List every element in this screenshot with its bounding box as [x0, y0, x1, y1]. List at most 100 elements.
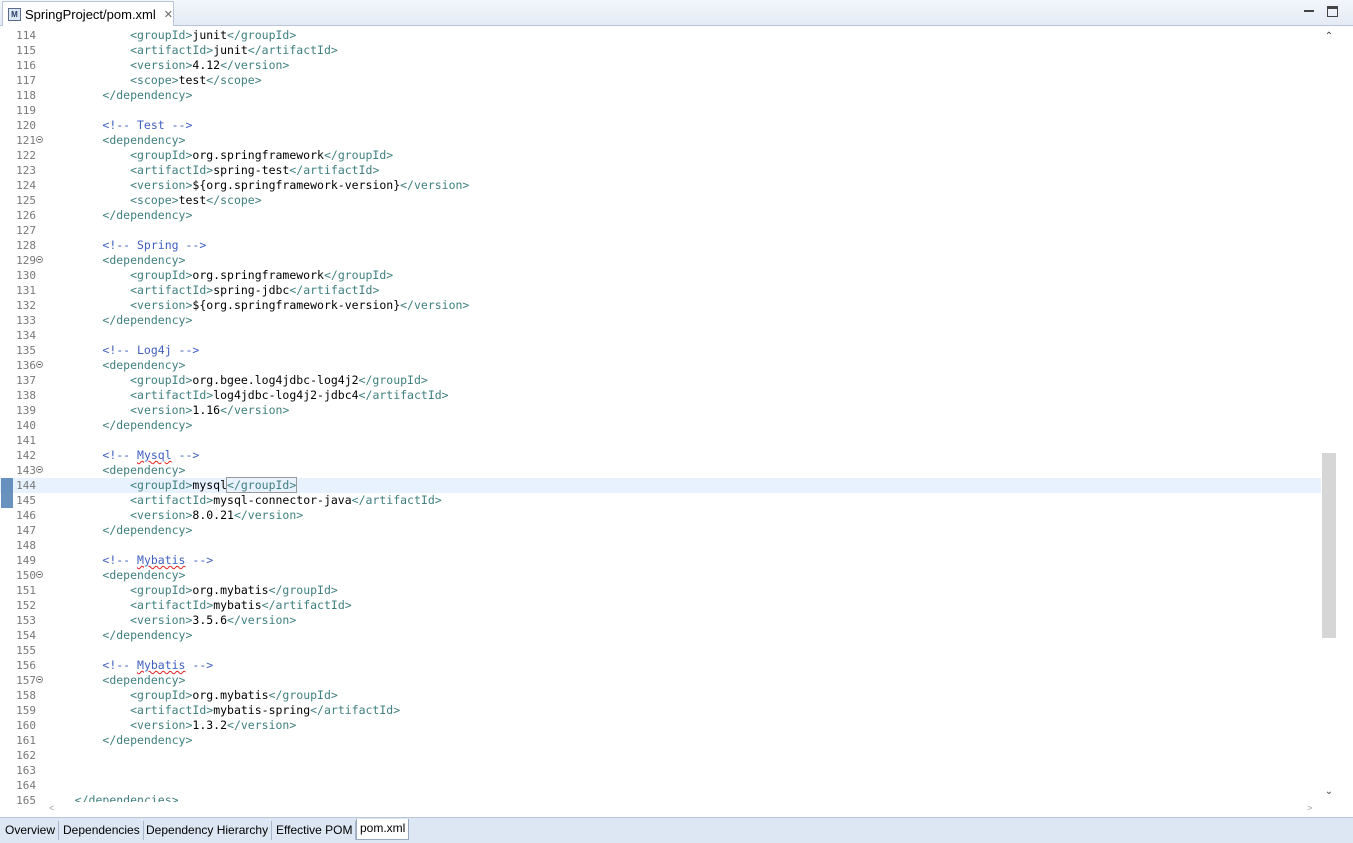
code-line: 124 <version>${org.springframework-versi… [0, 178, 1321, 193]
line-number: 162 [16, 749, 36, 762]
line-number: 130 [16, 269, 36, 282]
code-line: 121 <dependency> [0, 133, 1321, 148]
line-number: 136 [16, 359, 36, 372]
line-number: 116 [16, 59, 36, 72]
line-number: 137 [16, 374, 36, 387]
fold-toggle-icon[interactable] [36, 571, 43, 578]
code-line: 129 <dependency> [0, 253, 1321, 268]
close-icon[interactable]: ✕ [164, 8, 173, 21]
code-line: 152 <artifactId>mybatis</artifactId> [0, 598, 1321, 613]
line-number: 150 [16, 569, 36, 582]
fold-toggle-icon[interactable] [36, 136, 43, 143]
line-number: 160 [16, 719, 36, 732]
line-number: 132 [16, 299, 36, 312]
code-line: 164 [0, 778, 1321, 793]
line-number: 135 [16, 344, 36, 357]
code-area[interactable]: 114 <groupId>junit</groupId> 115 <artifa… [0, 28, 1321, 808]
fold-toggle-icon[interactable] [36, 256, 43, 263]
line-number: 163 [16, 764, 36, 777]
code-line: 158 <groupId>org.mybatis</groupId> [0, 688, 1321, 703]
line-number: 149 [16, 554, 36, 567]
line-number: 164 [16, 779, 36, 792]
code-line: 125 <scope>test</scope> [0, 193, 1321, 208]
code-line: 122 <groupId>org.springframework</groupI… [0, 148, 1321, 163]
code-line: 128 <!-- Spring --> [0, 238, 1321, 253]
code-line: 133 </dependency> [0, 313, 1321, 328]
line-number: 129 [16, 254, 36, 267]
line-number: 127 [16, 224, 36, 237]
tab-overview[interactable]: Overview [2, 821, 60, 840]
code-line: 135 <!-- Log4j --> [0, 343, 1321, 358]
code-line: 127 [0, 223, 1321, 238]
maximize-icon[interactable] [1327, 6, 1338, 17]
line-number: 159 [16, 704, 36, 717]
xml-source-editor[interactable]: 114 <groupId>junit</groupId> 115 <artifa… [0, 26, 1353, 817]
line-number: 145 [16, 494, 36, 507]
tab-pom-xml[interactable]: pom.xml [356, 819, 410, 840]
line-number: 138 [16, 389, 36, 402]
current-code-line: 144 <groupId>mysql</groupId> [0, 477, 1321, 493]
line-number: 155 [16, 644, 36, 657]
code-line: 139 <version>1.16</version> [0, 403, 1321, 418]
line-number: 125 [16, 194, 36, 207]
line-number: 158 [16, 689, 36, 702]
code-line: 140 </dependency> [0, 418, 1321, 433]
horizontal-scrollbar[interactable]: < > [47, 802, 1321, 817]
tab-dependencies[interactable]: Dependencies [60, 821, 144, 840]
code-line: 115 <artifactId>junit</artifactId> [0, 43, 1321, 58]
code-line: 131 <artifactId>spring-jdbc</artifactId> [0, 283, 1321, 298]
line-number: 157 [16, 674, 36, 687]
code-line: 146 <version>8.0.21</version> [0, 508, 1321, 523]
line-number: 152 [16, 599, 36, 612]
code-line: 130 <groupId>org.springframework</groupI… [0, 268, 1321, 283]
fold-toggle-icon[interactable] [36, 466, 43, 473]
spelling-warning: Mybatis [137, 658, 186, 672]
line-number: 124 [16, 179, 36, 192]
code-line: 147 </dependency> [0, 523, 1321, 538]
editor-tab-pom[interactable]: M SpringProject/pom.xml ✕ [2, 1, 174, 26]
line-number: 148 [16, 539, 36, 552]
code-line: 132 <version>${org.springframework-versi… [0, 298, 1321, 313]
code-line: 136 <dependency> [0, 358, 1321, 373]
line-number: 165 [16, 794, 36, 807]
code-line: 119 [0, 103, 1321, 118]
tab-dependency-hierarchy[interactable]: Dependency Hierarchy [143, 821, 273, 840]
tab-effective-pom[interactable]: Effective POM [273, 821, 357, 840]
vertical-scroll-thumb[interactable] [1322, 453, 1336, 638]
line-number: 153 [16, 614, 36, 627]
line-number: 120 [16, 119, 36, 132]
fold-toggle-icon[interactable] [36, 361, 43, 368]
code-line: 120 <!-- Test --> [0, 118, 1321, 133]
code-line: 134 [0, 328, 1321, 343]
code-line: 150 <dependency> [0, 568, 1321, 583]
scroll-up-icon[interactable]: ⌃ [1324, 32, 1334, 42]
line-number: 114 [16, 29, 36, 42]
line-number: 121 [16, 134, 36, 147]
editor-tab-bar: M SpringProject/pom.xml ✕ [0, 0, 1353, 26]
code-line: 151 <groupId>org.mybatis</groupId> [0, 583, 1321, 598]
minimize-icon[interactable] [1304, 6, 1314, 12]
code-line: 141 [0, 433, 1321, 448]
line-number: 118 [16, 89, 36, 102]
scroll-down-icon[interactable]: ⌄ [1324, 787, 1334, 797]
line-number: 122 [16, 149, 36, 162]
code-line: 116 <version>4.12</version> [0, 58, 1321, 73]
scroll-right-icon[interactable]: > [1307, 803, 1312, 813]
code-line: 126 </dependency> [0, 208, 1321, 223]
line-number: 161 [16, 734, 36, 747]
code-line: 142 <!-- Mysql --> [0, 448, 1321, 463]
maven-pom-icon: M [8, 7, 21, 21]
fold-toggle-icon[interactable] [36, 676, 43, 683]
vertical-scrollbar[interactable]: ⌃ ⌄ [1321, 26, 1337, 801]
code-line: 137 <groupId>org.bgee.log4jdbc-log4j2</g… [0, 373, 1321, 388]
code-line: 143 <dependency> [0, 463, 1321, 478]
line-number: 119 [16, 104, 36, 117]
code-line: 123 <artifactId>spring-test</artifactId> [0, 163, 1321, 178]
line-number: 146 [16, 509, 36, 522]
line-number: 131 [16, 284, 36, 297]
scroll-left-icon[interactable]: < [49, 803, 54, 813]
line-number: 133 [16, 314, 36, 327]
line-number: 140 [16, 419, 36, 432]
overview-ruler [1337, 26, 1353, 817]
line-number: 151 [16, 584, 36, 597]
